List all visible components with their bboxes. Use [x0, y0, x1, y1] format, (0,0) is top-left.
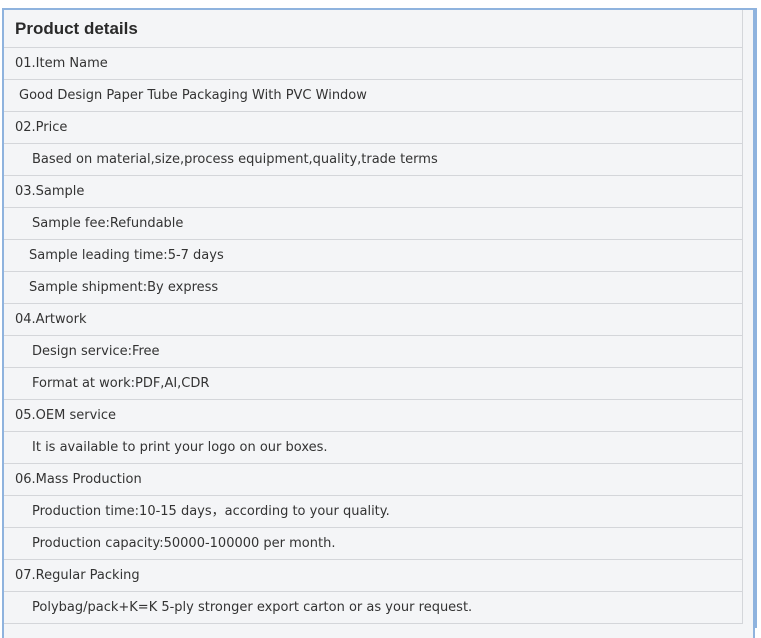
detail-heading-row: 06.Mass Production: [4, 464, 742, 496]
detail-heading-row: 02.Price: [4, 112, 742, 144]
detail-value-row: Production time:10-15 days，according to …: [4, 496, 742, 528]
details-rows: 01.Item Name Good Design Paper Tube Packa…: [4, 48, 742, 624]
detail-heading-row: 03.Sample: [4, 176, 742, 208]
detail-value-row: Design service:Free: [4, 336, 742, 368]
detail-value-row: Production capacity:50000-100000 per mon…: [4, 528, 742, 560]
detail-value-row: It is available to print your logo on ou…: [4, 432, 742, 464]
detail-value-row: Sample leading time:5-7 days: [4, 240, 742, 272]
detail-heading-row: 04.Artwork: [4, 304, 742, 336]
section-title: Product details: [4, 10, 742, 48]
detail-heading-row: 05.OEM service: [4, 400, 742, 432]
detail-value-row: Sample shipment:By express: [4, 272, 742, 304]
detail-value-row: Format at work:PDF,AI,CDR: [4, 368, 742, 400]
detail-value-row: Sample fee:Refundable: [4, 208, 742, 240]
detail-heading-row: 01.Item Name: [4, 48, 742, 80]
scrollbar-edge[interactable]: [755, 8, 757, 628]
detail-value-row: Good Design Paper Tube Packaging With PV…: [4, 80, 742, 112]
detail-value-row: Based on material,size,process equipment…: [4, 144, 742, 176]
detail-heading-row: 07.Regular Packing: [4, 560, 742, 592]
detail-value-row: Polybag/pack+K=K 5-ply stronger export c…: [4, 592, 742, 624]
product-details-table: Product details 01.Item Name Good Design …: [4, 10, 743, 624]
